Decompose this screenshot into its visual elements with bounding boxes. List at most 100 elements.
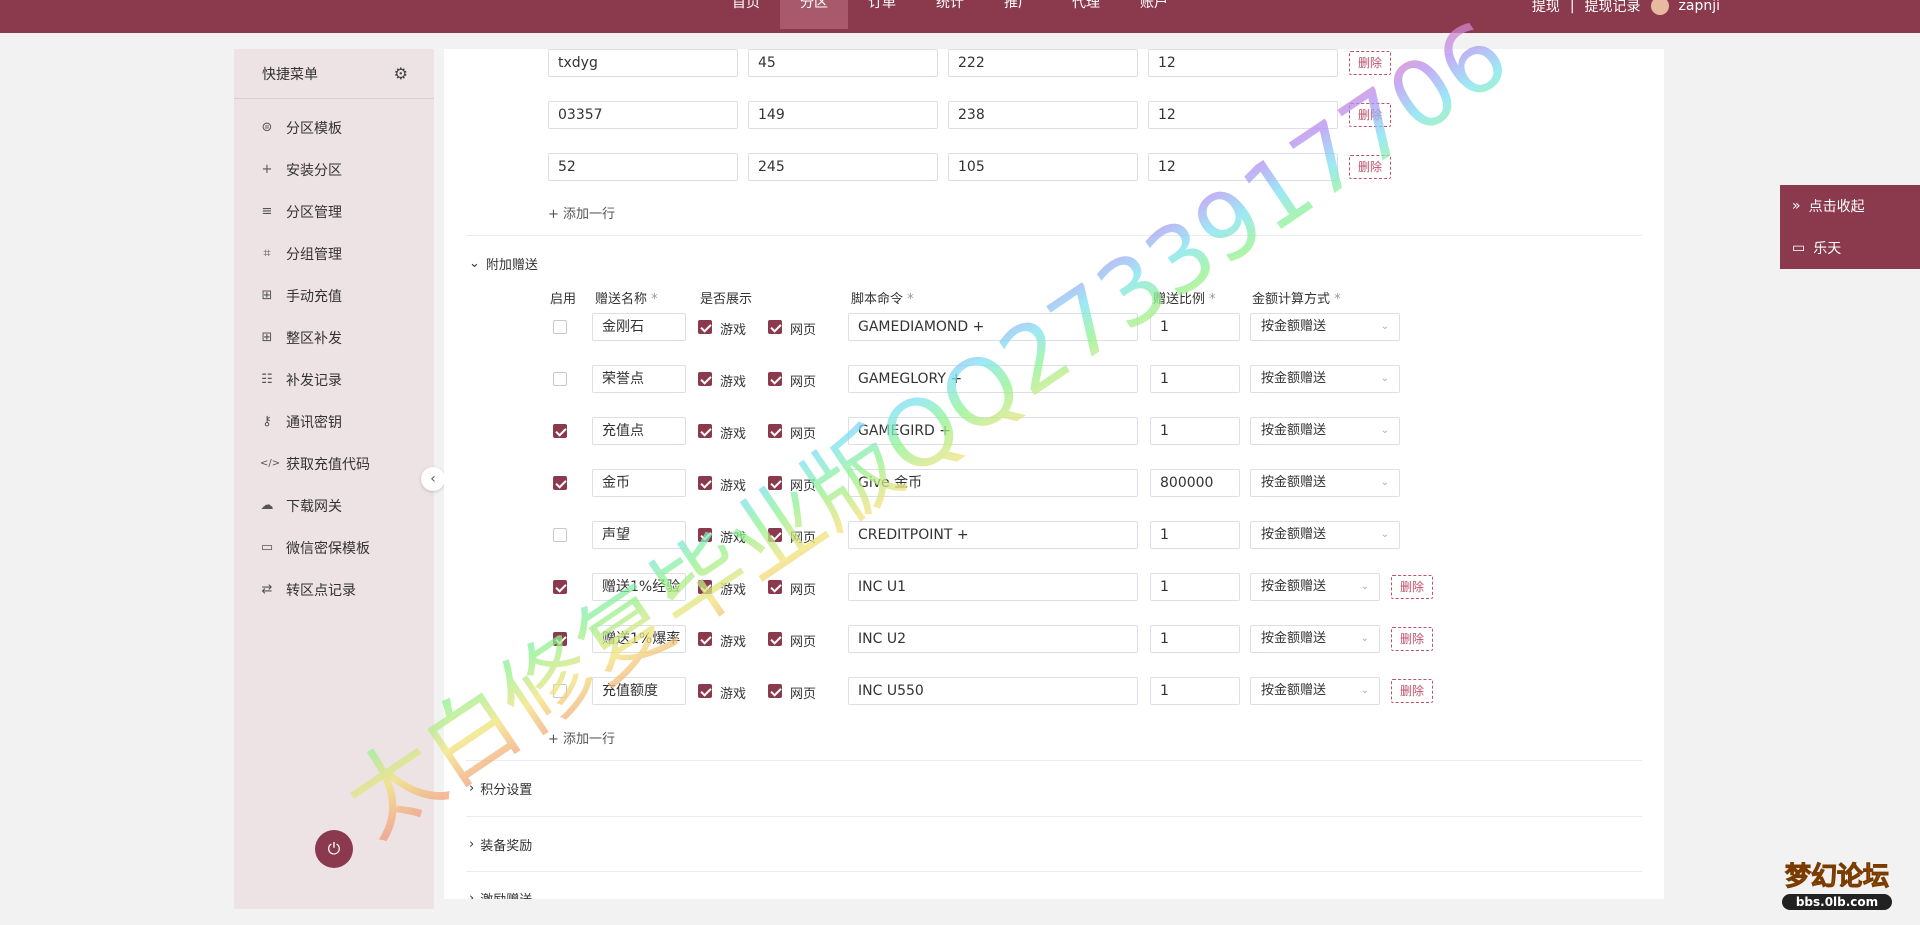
ratio-input[interactable]: 1: [1150, 365, 1240, 393]
sidebar-item-template[interactable]: ⊜ 分区模板: [234, 107, 434, 149]
enable-checkbox[interactable]: [553, 476, 567, 490]
calc-select[interactable]: 按金额赠送 ⌄: [1250, 625, 1380, 653]
delete-button[interactable]: 删除: [1349, 51, 1392, 75]
gift-name-input[interactable]: 充值额度: [592, 677, 686, 705]
show-web-checkbox[interactable]: [768, 528, 782, 542]
delete-button[interactable]: 删除: [1349, 103, 1392, 127]
ratio-input[interactable]: 1: [1150, 677, 1240, 705]
show-game-checkbox[interactable]: [698, 476, 712, 490]
points-section-header[interactable]: › 积分设置: [469, 779, 532, 798]
script-input[interactable]: INC U1: [848, 573, 1138, 601]
script-input[interactable]: GAMEGLORY +: [848, 365, 1138, 393]
delete-button[interactable]: 删除: [1349, 155, 1392, 179]
gift-name-input[interactable]: 赠送1%爆率: [592, 625, 686, 653]
show-web-checkbox[interactable]: [768, 684, 782, 698]
enable-checkbox[interactable]: [553, 424, 567, 438]
delete-button[interactable]: 删除: [1391, 679, 1434, 703]
show-game-checkbox[interactable]: [698, 528, 712, 542]
ratio-input[interactable]: 1: [1150, 417, 1240, 445]
gift-name-input[interactable]: 金刚石: [592, 313, 686, 341]
gift-name-input[interactable]: 赠送1%经验: [592, 573, 686, 601]
row1-col4-input[interactable]: 12: [1148, 49, 1338, 77]
row3-col1-input[interactable]: 52: [548, 153, 738, 181]
ratio-input[interactable]: 1: [1150, 313, 1240, 341]
row1-col2-input[interactable]: 45: [748, 49, 938, 77]
calc-select[interactable]: 按金额赠送 ⌄: [1250, 365, 1400, 393]
calc-select[interactable]: 按金额赠送 ⌄: [1250, 313, 1400, 341]
sidebar-item-manage[interactable]: ≡ 分区管理: [234, 191, 434, 233]
row2-col1-input[interactable]: 03357: [548, 101, 738, 129]
show-web-checkbox[interactable]: [768, 476, 782, 490]
gift-section-header[interactable]: ⌄ 附加赠送: [469, 254, 538, 273]
calc-select[interactable]: 按金额赠送 ⌄: [1250, 469, 1400, 497]
sidebar-item-group[interactable]: ⌗ 分组管理: [234, 233, 434, 275]
show-web-checkbox[interactable]: [768, 424, 782, 438]
nav-partition[interactable]: 分区: [780, 0, 848, 29]
show-web-checkbox[interactable]: [768, 580, 782, 594]
show-game-checkbox[interactable]: [698, 424, 712, 438]
withdraw-record-link[interactable]: 提现记录: [1585, 0, 1641, 16]
enable-checkbox[interactable]: [553, 632, 567, 646]
add-row-button[interactable]: + 添加一行: [548, 203, 615, 222]
script-input[interactable]: Give 金币: [848, 469, 1138, 497]
chat-button[interactable]: ▭ 乐天: [1780, 227, 1920, 269]
gift-name-input[interactable]: 金币: [592, 469, 686, 497]
row3-col4-input[interactable]: 12: [1148, 153, 1338, 181]
sidebar-item-code[interactable]: </> 获取充值代码: [234, 443, 434, 485]
chevron-left-icon[interactable]: ‹: [421, 467, 445, 491]
script-input[interactable]: GAMEGIRD +: [848, 417, 1138, 445]
sidebar-item-recharge[interactable]: ⊞ 手动充值: [234, 275, 434, 317]
show-game-checkbox[interactable]: [698, 372, 712, 386]
withdraw-link[interactable]: 提现: [1532, 0, 1560, 16]
row2-col4-input[interactable]: 12: [1148, 101, 1338, 129]
sidebar-item-install[interactable]: + 安装分区: [234, 149, 434, 191]
script-input[interactable]: GAMEDIAMOND +: [848, 313, 1138, 341]
sidebar-item-reissue-record[interactable]: ☷ 补发记录: [234, 359, 434, 401]
ratio-input[interactable]: 1: [1150, 573, 1240, 601]
calc-select[interactable]: 按金额赠送 ⌄: [1250, 573, 1380, 601]
script-input[interactable]: INC U2: [848, 625, 1138, 653]
row3-col2-input[interactable]: 245: [748, 153, 938, 181]
equipment-section-header[interactable]: › 装备奖励: [469, 835, 532, 854]
sidebar-item-wechat[interactable]: ▭ 微信密保模板: [234, 527, 434, 569]
add-row-button[interactable]: + 添加一行: [548, 728, 615, 747]
show-game-checkbox[interactable]: [698, 320, 712, 334]
nav-stats[interactable]: 统计: [916, 0, 984, 29]
enable-checkbox[interactable]: [553, 320, 567, 334]
enable-checkbox[interactable]: [553, 528, 567, 542]
ratio-input[interactable]: 1: [1150, 625, 1240, 653]
row2-col3-input[interactable]: 238: [948, 101, 1138, 129]
script-input[interactable]: INC U550: [848, 677, 1138, 705]
calc-select[interactable]: 按金额赠送 ⌄: [1250, 677, 1380, 705]
sidebar-item-key[interactable]: ⚷ 通讯密钥: [234, 401, 434, 443]
row1-col3-input[interactable]: 222: [948, 49, 1138, 77]
sidebar-item-download[interactable]: ☁ 下载网关: [234, 485, 434, 527]
show-web-checkbox[interactable]: [768, 320, 782, 334]
gift-name-input[interactable]: 声望: [592, 521, 686, 549]
calc-select[interactable]: 按金额赠送 ⌄: [1250, 521, 1400, 549]
username[interactable]: zapnji: [1679, 0, 1720, 14]
show-game-checkbox[interactable]: [698, 632, 712, 646]
delete-button[interactable]: 删除: [1391, 627, 1434, 651]
show-web-checkbox[interactable]: [768, 632, 782, 646]
ratio-input[interactable]: 800000: [1150, 469, 1240, 497]
show-web-checkbox[interactable]: [768, 372, 782, 386]
enable-checkbox[interactable]: [553, 684, 567, 698]
row3-col3-input[interactable]: 105: [948, 153, 1138, 181]
script-input[interactable]: CREDITPOINT +: [848, 521, 1138, 549]
calc-select[interactable]: 按金额赠送 ⌄: [1250, 417, 1400, 445]
gift-name-input[interactable]: 荣誉点: [592, 365, 686, 393]
nav-promote[interactable]: 推广: [984, 0, 1052, 29]
incentive-section-header[interactable]: › 激励赠送: [469, 889, 532, 899]
row1-col1-input[interactable]: txdyg: [548, 49, 738, 77]
gift-name-input[interactable]: 充值点: [592, 417, 686, 445]
collapse-panel-button[interactable]: » 点击收起: [1780, 185, 1920, 227]
delete-button[interactable]: 删除: [1391, 575, 1434, 599]
logout-icon[interactable]: ⏻: [315, 830, 353, 868]
enable-checkbox[interactable]: [553, 372, 567, 386]
gear-icon[interactable]: ⚙: [394, 64, 408, 83]
sidebar-item-transfer[interactable]: ⇄ 转区点记录: [234, 569, 434, 611]
sidebar-item-reissue[interactable]: ⊞ 整区补发: [234, 317, 434, 359]
row2-col2-input[interactable]: 149: [748, 101, 938, 129]
show-game-checkbox[interactable]: [698, 580, 712, 594]
